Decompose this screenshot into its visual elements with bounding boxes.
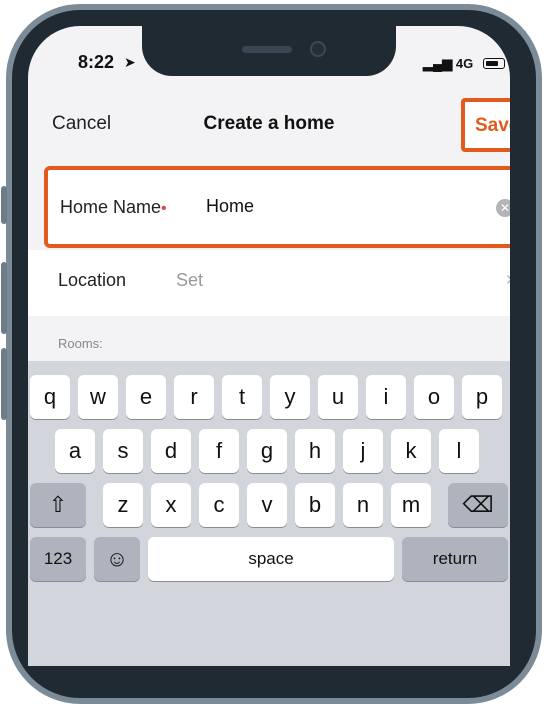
rooms-label: Rooms: — [58, 336, 103, 351]
key-u[interactable]: u — [318, 375, 358, 419]
key-w[interactable]: w — [78, 375, 118, 419]
key-b[interactable]: b — [295, 483, 335, 527]
emoji-icon: ☺ — [105, 546, 129, 571]
key-l[interactable]: l — [439, 429, 479, 473]
key-y[interactable]: y — [270, 375, 310, 419]
location-arrow-icon: ➤ — [124, 54, 136, 70]
key-t[interactable]: t — [222, 375, 262, 419]
location-row[interactable]: Location Set › — [28, 250, 510, 316]
side-button — [1, 186, 7, 224]
network-type: 4G — [455, 56, 474, 71]
key-j[interactable]: j — [343, 429, 383, 473]
return-key[interactable]: return — [402, 537, 508, 581]
speaker — [242, 46, 292, 53]
delete-key[interactable]: ⌫ — [448, 483, 508, 527]
status-time: 8:22 — [78, 52, 115, 72]
key-d[interactable]: d — [151, 429, 191, 473]
camera — [310, 41, 326, 57]
key-g[interactable]: g — [247, 429, 287, 473]
key-k[interactable]: k — [391, 429, 431, 473]
key-f[interactable]: f — [199, 429, 239, 473]
key-e[interactable]: e — [126, 375, 166, 419]
save-button[interactable]: Save — [475, 115, 510, 137]
space-key[interactable]: space — [148, 537, 394, 581]
required-mark: • — [161, 200, 167, 217]
key-p[interactable]: p — [462, 375, 502, 419]
chevron-right-icon: › — [506, 268, 510, 291]
keyboard: q w e r t y u i o p a s d f g h j k l ⇧ … — [28, 361, 510, 666]
key-v[interactable]: v — [247, 483, 287, 527]
key-n[interactable]: n — [343, 483, 383, 527]
home-name-input[interactable]: Home — [206, 196, 254, 217]
signal-indicator: ▂▄▆ 4G — [423, 56, 473, 72]
key-z[interactable]: z — [103, 483, 143, 527]
key-c[interactable]: c — [199, 483, 239, 527]
key-x[interactable]: x — [151, 483, 191, 527]
key-h[interactable]: h — [295, 429, 335, 473]
key-q[interactable]: q — [30, 375, 70, 419]
side-button — [1, 262, 7, 334]
home-name-row[interactable]: Home Name• Home ✕ — [44, 166, 510, 248]
phone-screen: 8:22 ➤ ▂▄▆ 4G Cancel Create a home Save … — [28, 26, 510, 666]
key-o[interactable]: o — [414, 375, 454, 419]
emoji-key[interactable]: ☺ — [94, 537, 140, 581]
side-button — [1, 348, 7, 420]
signal-bars-icon: ▂▄▆ — [423, 56, 453, 71]
key-r[interactable]: r — [174, 375, 214, 419]
location-label: Location — [58, 270, 127, 290]
home-name-label: Home Name• — [60, 197, 167, 218]
numbers-key[interactable]: 123 — [30, 537, 86, 581]
backspace-icon: ⌫ — [462, 492, 494, 517]
shift-icon: ⇧ — [48, 492, 68, 517]
notch — [142, 26, 396, 76]
clear-icon[interactable]: ✕ — [496, 199, 510, 217]
page-title: Create a home — [203, 113, 335, 134]
key-a[interactable]: a — [55, 429, 95, 473]
key-s[interactable]: s — [103, 429, 143, 473]
nav-bar: Cancel Create a home Save — [28, 98, 510, 152]
location-value: Set — [176, 270, 204, 290]
save-highlight: Save — [461, 98, 510, 152]
home-name-label-text: Home Name — [60, 197, 162, 217]
key-i[interactable]: i — [366, 375, 406, 419]
shift-key[interactable]: ⇧ — [30, 483, 86, 527]
battery-icon — [483, 58, 505, 69]
key-m[interactable]: m — [391, 483, 431, 527]
